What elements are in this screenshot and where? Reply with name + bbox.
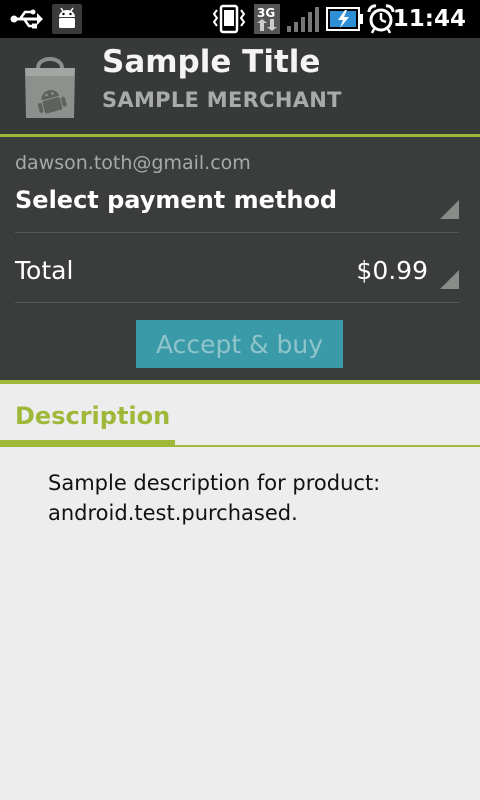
battery-charging-icon [326,0,364,38]
accept-buy-button[interactable]: Accept & buy [136,320,343,368]
description-section: Description Sample description for produ… [0,384,480,800]
alarm-icon [367,0,395,38]
product-title: Sample Title [102,44,321,80]
total-label: Total [15,256,74,285]
divider [15,232,459,233]
dropdown-corner-icon [440,200,459,219]
product-header: Sample Title SAMPLE MERCHANT [0,38,480,134]
signal-icon [286,0,324,38]
tab-baseline [0,445,480,447]
payment-method-label: Select payment method [15,186,338,214]
product-description: Sample description for product: android.… [48,471,381,525]
merchant-name: SAMPLE MERCHANT [102,88,342,112]
tab-description[interactable]: Description [15,402,170,430]
total-price: $0.99 [356,256,428,285]
status-bar: 3G 11:44 [0,0,480,38]
android-debug-icon [52,0,82,38]
purchase-panel: Sample Title SAMPLE MERCHANT dawson.toth… [0,38,480,380]
dropdown-corner-icon [440,270,459,289]
svg-text:3G: 3G [257,6,275,20]
vibrate-icon [211,0,247,38]
header-divider [0,134,480,137]
status-clock: 11:44 [392,6,466,32]
divider [15,302,459,303]
shopping-bag-android-icon [22,52,78,120]
3g-data-icon: 3G [253,0,281,38]
usb-icon [10,0,44,38]
account-email: dawson.toth@gmail.com [15,152,251,174]
